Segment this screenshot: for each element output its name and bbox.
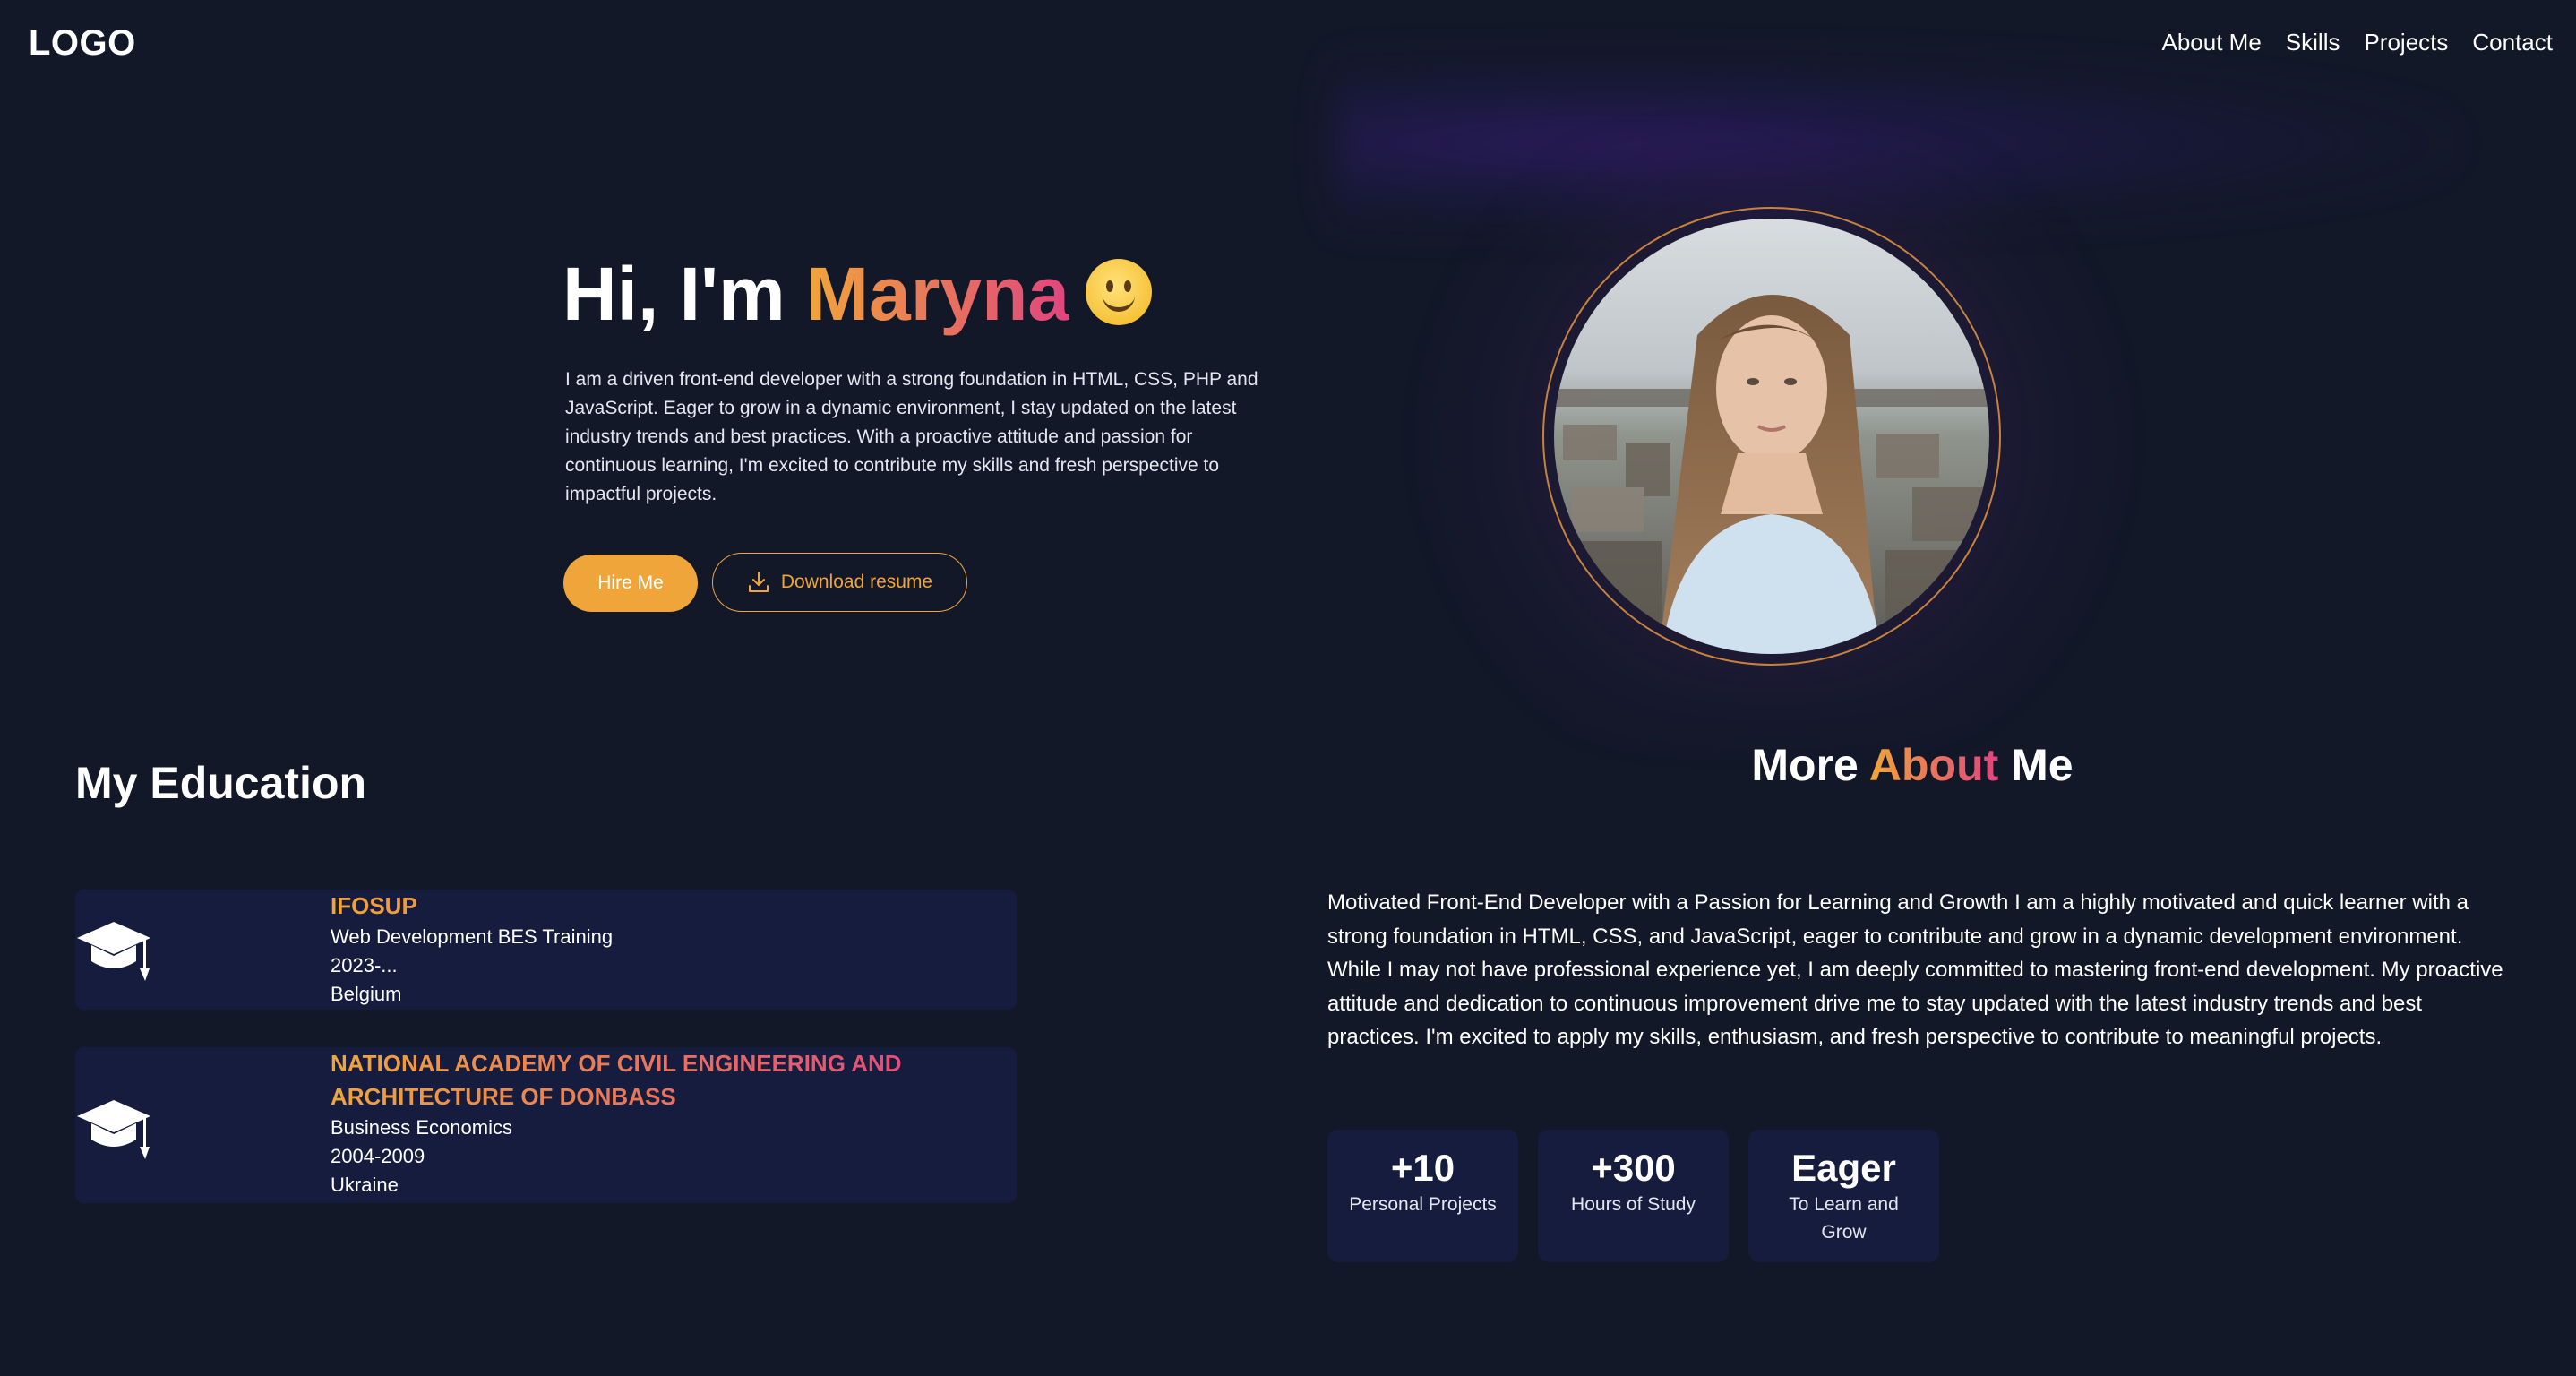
education-details: NATIONAL ACADEMY OF CIVIL ENGINEERING AN…	[331, 1047, 957, 1200]
graduation-cap-icon	[77, 1100, 150, 1159]
download-icon	[748, 572, 769, 592]
hero-greeting: Hi, I'm	[562, 252, 807, 336]
stat-value: +300	[1591, 1147, 1676, 1189]
stat-value: +10	[1390, 1147, 1455, 1189]
education-years: 2004-2009	[331, 1145, 425, 1167]
education-years: 2023-...	[331, 954, 398, 976]
education-country: Belgium	[331, 983, 402, 1005]
education-program: Web Development BES Training	[331, 925, 614, 948]
download-resume-label: Download resume	[780, 572, 933, 592]
stat-card: +300 Hours of Study	[1538, 1130, 1729, 1262]
smiling-face-emoji-icon	[1086, 259, 1153, 325]
education-school: NATIONAL ACADEMY OF CIVIL ENGINEERING AN…	[331, 1047, 957, 1114]
about-title-post: Me	[1998, 740, 2074, 790]
hire-me-button[interactable]: Hire Me	[563, 555, 698, 612]
about-title: More About Me	[1666, 739, 2159, 791]
stat-label: To Learn and Grow	[1789, 1194, 1899, 1243]
about-title-pre: More	[1751, 740, 1869, 790]
education-title: My Education	[75, 758, 367, 808]
education-program: Business Economics	[331, 1116, 512, 1139]
education-card: NATIONAL ACADEMY OF CIVIL ENGINEERING AN…	[75, 1047, 1017, 1203]
education-card: IFOSUP Web Development BES Training 2023…	[75, 890, 1017, 1010]
main-nav: About Me Skills Projects Contact	[2162, 29, 2554, 56]
site-logo[interactable]: LOGO	[29, 23, 136, 64]
stat-value: Eager	[1791, 1147, 1896, 1189]
nav-about-me[interactable]: About Me	[2162, 29, 2262, 56]
download-resume-button[interactable]: Download resume	[712, 553, 967, 612]
graduation-cap-icon	[77, 922, 150, 981]
education-details: IFOSUP Web Development BES Training 2023…	[331, 890, 957, 1009]
education-country: Ukraine	[331, 1174, 399, 1196]
nav-projects[interactable]: Projects	[2364, 29, 2448, 56]
nav-skills[interactable]: Skills	[2286, 29, 2340, 56]
stat-label: Hours of Study	[1571, 1194, 1696, 1215]
about-text: Motivated Front-End Developer with a Pas…	[1327, 890, 2503, 1049]
stat-card: +10 Personal Projects	[1327, 1130, 1518, 1262]
nav-contact[interactable]: Contact	[2472, 29, 2553, 56]
hero-description: I am a driven front-end developer with a…	[565, 369, 1258, 504]
education-school: IFOSUP	[331, 890, 957, 923]
stat-card: Eager To Learn and Grow	[1748, 1130, 1939, 1262]
profile-photo	[1554, 219, 1989, 654]
about-title-accent: About	[1868, 740, 1999, 790]
hero-name: Maryna	[806, 252, 1070, 336]
hero-title: Hi, I'm Maryna	[562, 249, 1153, 339]
stat-label: Personal Projects	[1349, 1194, 1497, 1215]
